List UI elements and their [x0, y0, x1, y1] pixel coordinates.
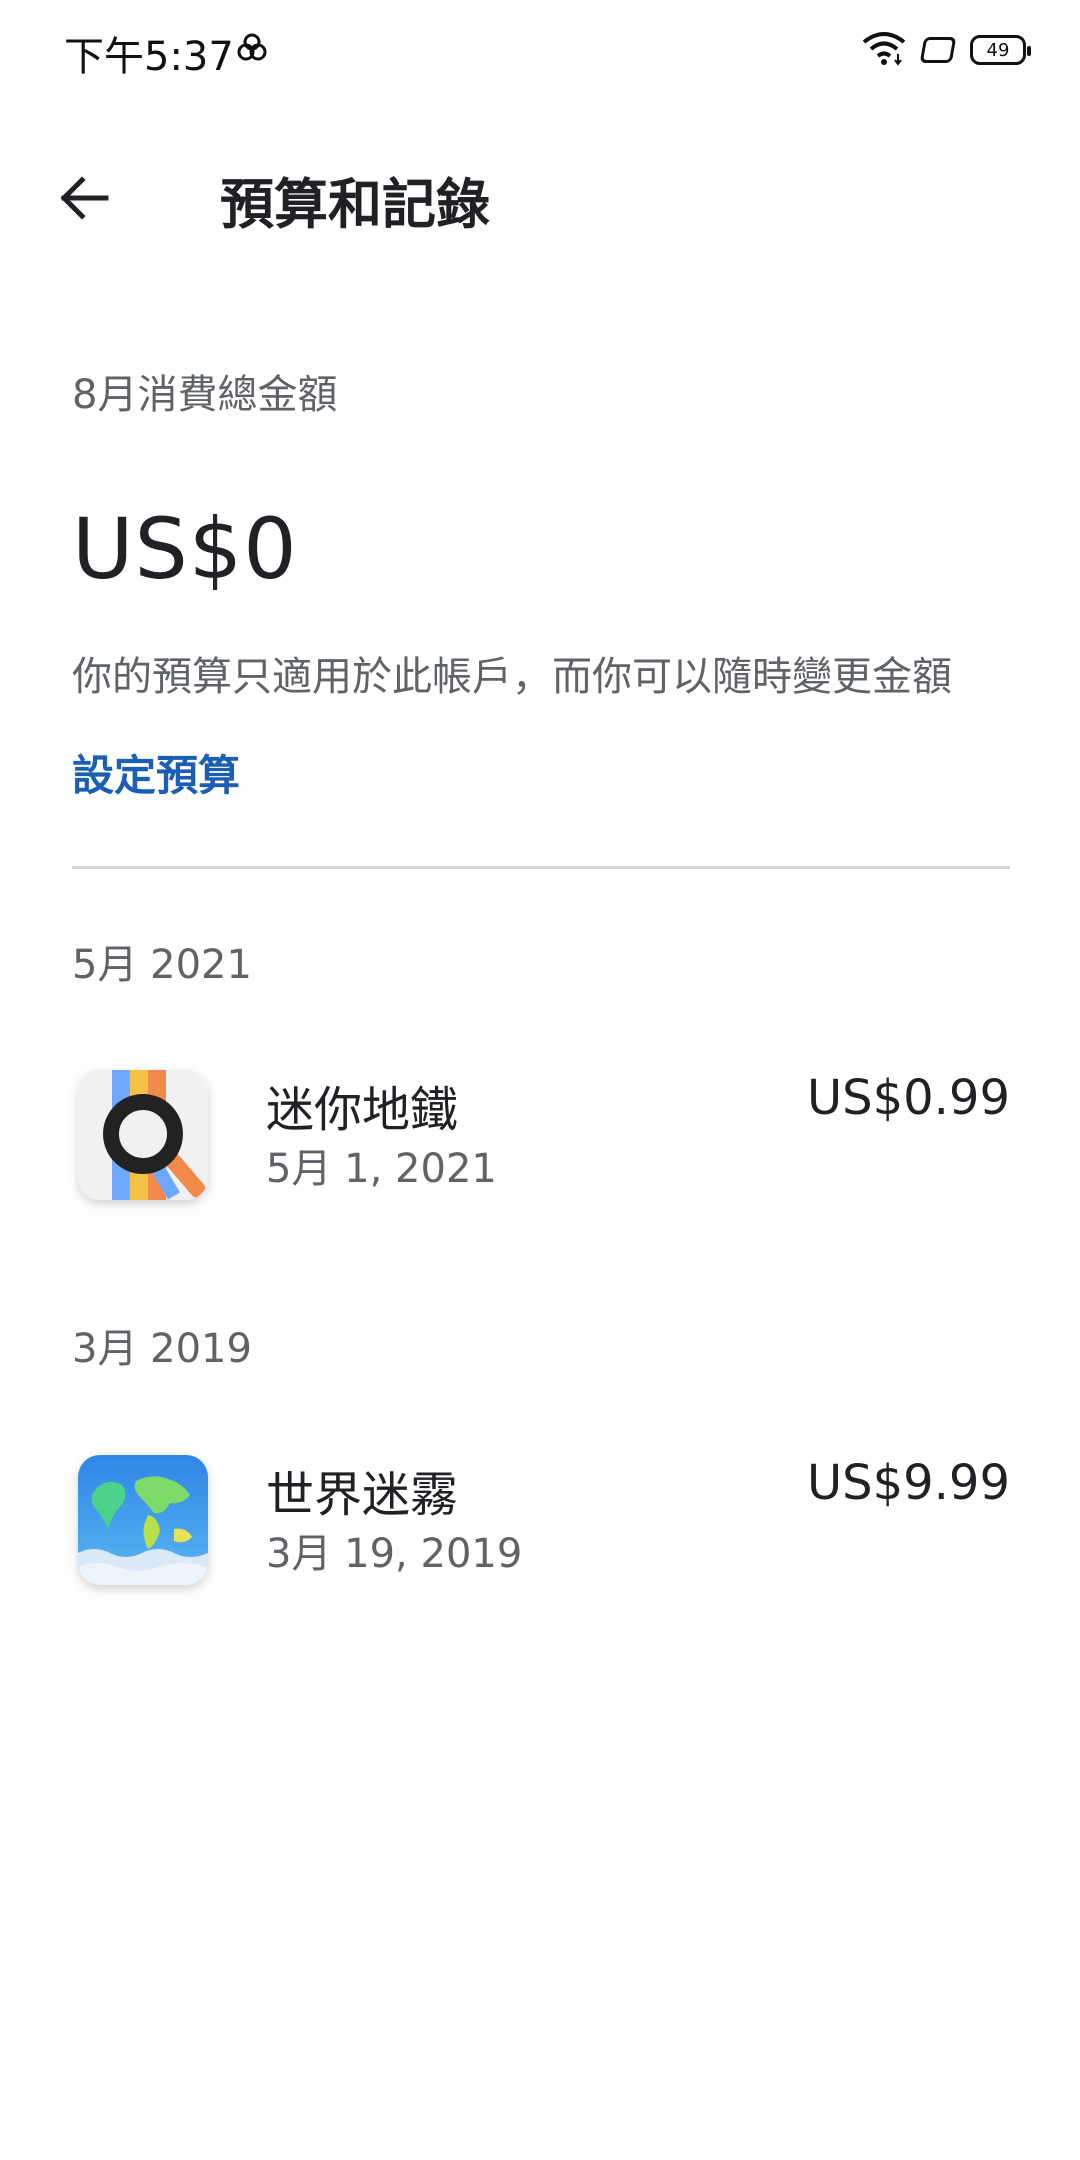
status-bar: 下午5:37 49	[0, 0, 1080, 100]
month-header-2019-03: 3月 2019	[72, 1326, 252, 1372]
item-name: 世界迷霧	[266, 1467, 459, 1523]
item-price: US$0.99	[806, 1070, 1010, 1126]
fog-of-world-app-icon	[78, 1455, 208, 1585]
purchase-item[interactable]: 迷你地鐵 5月 1, 2021 US$0.99	[72, 1070, 1010, 1210]
back-button[interactable]	[44, 158, 124, 238]
item-price: US$9.99	[806, 1455, 1010, 1511]
app-bar: 預算和記錄	[0, 130, 1080, 260]
item-date: 3月 19, 2019	[266, 1531, 523, 1577]
monthly-spend-amount: US$0	[72, 500, 298, 598]
status-icons: 49	[862, 28, 1031, 72]
battery-level: 49	[986, 39, 1010, 61]
battery-icon: 49	[970, 35, 1031, 65]
item-date: 5月 1, 2021	[266, 1146, 497, 1192]
status-time: 下午5:37	[64, 34, 234, 80]
purchase-item[interactable]: 世界迷霧 3月 19, 2019 US$9.99	[72, 1455, 1010, 1595]
page-title: 預算和記錄	[220, 173, 490, 236]
wifi-icon	[862, 30, 906, 70]
nfc-icon	[232, 30, 272, 70]
item-name: 迷你地鐵	[266, 1082, 459, 1138]
monthly-spend-label: 8月消費總金額	[72, 372, 338, 418]
mini-metro-app-icon	[78, 1070, 208, 1200]
budget-note: 你的預算只適用於此帳戶，而你可以隨時變更金額	[72, 654, 952, 700]
divider	[72, 866, 1010, 869]
set-budget-link[interactable]: 設定預算	[72, 742, 240, 803]
screen-rotate-icon	[919, 37, 957, 63]
arrow-back-icon	[60, 176, 109, 220]
month-header-2021-05: 5月 2021	[72, 942, 252, 988]
